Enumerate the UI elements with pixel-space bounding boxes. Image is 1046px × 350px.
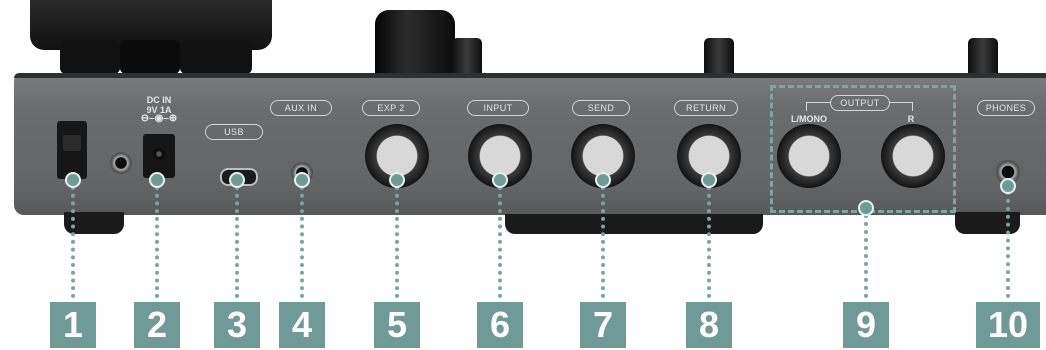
rear-panel-diagram: DC IN 9V 1A ⊖–◉–⊕ USB AUX IN EXP 2 INPUT… (0, 0, 1046, 350)
footswitch-3 (968, 38, 998, 74)
callout-number-1: 1 (50, 302, 96, 348)
callout-dot-10 (1000, 178, 1016, 194)
callout-number-3: 3 (214, 302, 260, 348)
callout-number-9: 9 (843, 302, 889, 348)
ground-screw (110, 152, 132, 174)
callout-number-8: 8 (686, 302, 732, 348)
callout-dot-5 (389, 172, 405, 188)
callout-dot-6 (492, 172, 508, 188)
callout-line-7 (601, 186, 605, 298)
rubber-foot-right (955, 212, 1020, 234)
callout-dot-1 (65, 172, 81, 188)
callout-number-6: 6 (477, 302, 523, 348)
pedal-hinge-left (60, 40, 120, 74)
callout-line-3 (235, 186, 239, 298)
polarity-icon: ⊖–◉–⊕ (140, 113, 178, 124)
return-label: RETURN (674, 100, 738, 116)
callout-number-10: 10 (976, 302, 1040, 348)
callout-line-2 (155, 186, 159, 298)
pedal-hinge-right (180, 40, 252, 74)
callout-line-1 (71, 186, 75, 298)
callout-dot-7 (595, 172, 611, 188)
callout-line-4 (300, 186, 304, 298)
callout-dot-3 (229, 172, 245, 188)
dc-in-label: DC IN (146, 95, 172, 105)
callout-dot-8 (701, 172, 717, 188)
output-label: OUTPUT (830, 95, 890, 111)
rubber-foot-center (505, 214, 763, 234)
callout-number-7: 7 (580, 302, 626, 348)
power-switch (57, 121, 87, 179)
panel-top-edge (14, 73, 1046, 78)
callout-line-8 (707, 186, 711, 298)
callout-dot-4 (294, 172, 310, 188)
send-label: SEND (572, 100, 630, 116)
output-r-jack (881, 124, 945, 188)
r-label: R (907, 114, 915, 124)
master-knob (375, 10, 455, 78)
phones-label: PHONES (977, 100, 1035, 116)
callout-number-5: 5 (374, 302, 420, 348)
l-mono-label: L/MONO (791, 114, 827, 124)
footswitch-1 (452, 38, 482, 74)
callout-line-9 (864, 214, 868, 298)
output-l-mono-jack (777, 124, 841, 188)
pedal-hinge-center (120, 40, 180, 74)
callout-line-6 (498, 186, 502, 298)
input-label: INPUT (467, 100, 529, 116)
exp2-label: EXP 2 (362, 100, 420, 116)
callout-line-10 (1006, 191, 1010, 298)
callout-number-4: 4 (279, 302, 325, 348)
callout-number-2: 2 (134, 302, 180, 348)
usb-label: USB (205, 124, 263, 140)
callout-dot-2 (149, 172, 165, 188)
aux-in-label: AUX IN (270, 100, 332, 116)
footswitch-2 (704, 38, 734, 74)
callout-line-5 (395, 186, 399, 298)
callout-dot-9 (858, 200, 874, 216)
